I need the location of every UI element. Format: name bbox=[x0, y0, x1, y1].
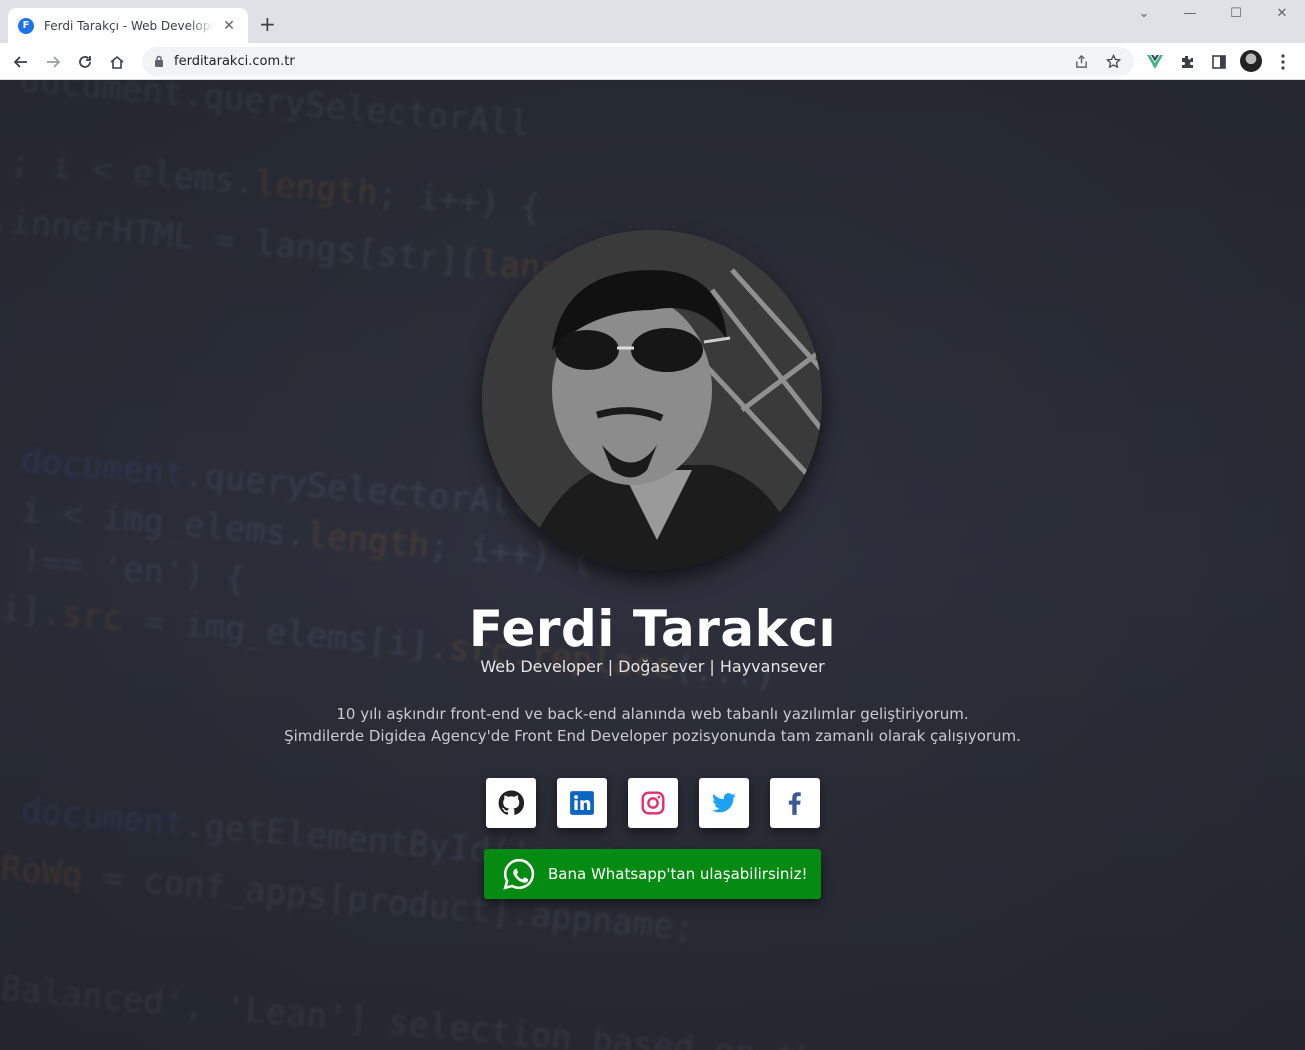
url-text: ferditarakci.com.tr bbox=[174, 54, 295, 69]
close-tab-icon[interactable]: ✕ bbox=[220, 18, 238, 34]
twitter-icon bbox=[712, 793, 736, 813]
linkedin-icon bbox=[570, 791, 594, 815]
maximize-button[interactable]: ☐ bbox=[1226, 6, 1246, 21]
page-content: document.querySelectorAll ; i < elems.le… bbox=[0, 80, 1305, 1050]
linkedin-button[interactable] bbox=[557, 778, 607, 828]
close-window-button[interactable]: ✕ bbox=[1272, 6, 1292, 21]
whatsapp-icon bbox=[503, 858, 535, 890]
whatsapp-button[interactable]: Bana Whatsapp'tan ulaşabilirsiniz! bbox=[484, 849, 821, 899]
browser-tab[interactable]: F Ferdi Tarakçı - Web Developer | Doğase… bbox=[8, 8, 248, 43]
reload-icon[interactable] bbox=[74, 51, 96, 73]
whatsapp-label: Bana Whatsapp'tan ulaşabilirsiniz! bbox=[548, 865, 808, 883]
twitter-button[interactable] bbox=[699, 778, 749, 828]
profile-tagline: Web Developer | Doğasever | Hayvansever bbox=[480, 657, 825, 676]
tab-title: Ferdi Tarakçı - Web Developer | Doğaseve… bbox=[44, 18, 214, 33]
profile-name: Ferdi Tarakcı bbox=[468, 600, 837, 658]
instagram-icon bbox=[641, 791, 665, 815]
home-icon[interactable] bbox=[106, 51, 128, 73]
tab-strip: F Ferdi Tarakçı - Web Developer | Doğase… bbox=[0, 0, 1305, 43]
minimize-button[interactable]: — bbox=[1180, 6, 1200, 21]
sidepanel-icon[interactable] bbox=[1208, 51, 1230, 73]
github-button[interactable] bbox=[486, 778, 536, 828]
extensions-icon[interactable] bbox=[1176, 51, 1198, 73]
social-links bbox=[486, 778, 820, 828]
vue-extension-icon[interactable] bbox=[1144, 51, 1166, 73]
facebook-icon bbox=[788, 792, 801, 815]
back-icon[interactable] bbox=[10, 51, 32, 73]
browser-toolbar: ferditarakci.com.tr bbox=[0, 43, 1305, 80]
profile-photo bbox=[482, 230, 822, 570]
forward-icon[interactable] bbox=[42, 51, 64, 73]
github-icon bbox=[498, 790, 524, 815]
facebook-button[interactable] bbox=[770, 778, 820, 828]
bio-line: Şimdilerde Digidea Agency'de Front End D… bbox=[284, 727, 1021, 745]
menu-icon[interactable] bbox=[1272, 51, 1294, 73]
profile-bio: 10 yılı aşkındır front-end ve back-end a… bbox=[0, 703, 1305, 747]
share-icon[interactable] bbox=[1072, 52, 1090, 70]
tab-search-icon[interactable]: ⌄ bbox=[1134, 6, 1154, 21]
instagram-button[interactable] bbox=[628, 778, 678, 828]
site-favicon: F bbox=[18, 17, 34, 34]
star-icon[interactable] bbox=[1104, 52, 1122, 70]
profile-avatar[interactable] bbox=[1240, 50, 1262, 72]
new-tab-button[interactable]: + bbox=[259, 14, 276, 34]
address-bar[interactable]: ferditarakci.com.tr bbox=[142, 47, 1134, 76]
lock-icon[interactable] bbox=[154, 52, 164, 71]
bio-line: 10 yılı aşkındır front-end ve back-end a… bbox=[336, 705, 969, 723]
